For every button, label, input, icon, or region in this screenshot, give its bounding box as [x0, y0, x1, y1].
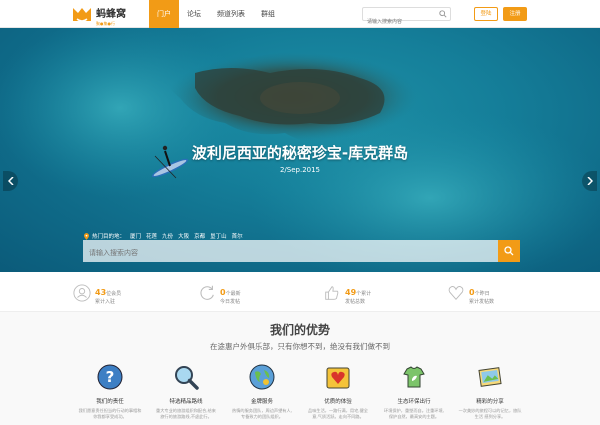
feature-item[interactable]: 特选精品路线 重大专业的旅游组织和配合,给来旅行的旅游路线,不虚此行。: [148, 364, 224, 420]
search-icon[interactable]: [439, 10, 447, 18]
feature-title: 优质的体验: [324, 399, 352, 405]
chevron-right-icon: [586, 177, 593, 185]
feature-title: 金牌服务: [250, 399, 273, 405]
hot-tag[interactable]: 大阪: [178, 232, 189, 240]
hot-tag[interactable]: 花莲: [146, 232, 157, 240]
stat-label: 发帖总数: [345, 299, 366, 305]
hot-tag[interactable]: 垦丁山: [210, 232, 227, 240]
magnifier-icon: [175, 366, 199, 390]
section-subtitle: 在途惠户外俱乐部，只有你想不到，绝没有我们做不到: [210, 342, 390, 351]
feature-item[interactable]: 精彩的分享 一次美妙的旅程可以的记忆，旅队生活 感到分享。: [452, 364, 528, 420]
login-button[interactable]: 登陆: [474, 7, 498, 21]
hero-search-button[interactable]: [498, 240, 520, 262]
logo-icon: [73, 8, 91, 22]
feature-title: 我们的责任: [96, 399, 124, 405]
site-stats: 43位会员 累计入驻 0个最新 今日发帖 49个累计 发帖总数 0个昨日 累计发…: [0, 272, 600, 312]
refresh-icon: [200, 285, 214, 300]
chevron-left-icon: [7, 177, 14, 185]
stat-unit: 个昨日: [474, 291, 490, 297]
feature-item[interactable]: 优质的体验 品味生活，一路行满，用宅,健全意,气质活跃。走向不同路。: [300, 364, 376, 420]
header-search: [362, 7, 451, 28]
feature-item[interactable]: 生态环保出行 环境保护，重塑而自。注重环境,保护自然，最高安的主题。: [376, 364, 452, 420]
site-logo[interactable]: 蚂蜂窝 聚●集●行: [72, 3, 126, 26]
hero-search: [83, 240, 520, 264]
heart-icon: [448, 286, 464, 300]
hot-tag[interactable]: 京都: [194, 232, 205, 240]
feature-title: 特选精品路线: [169, 399, 203, 405]
nav-item-forum[interactable]: 论坛: [179, 0, 209, 28]
feature-description: 环境保护，重塑而自。注重环境,保护自然，最高安的主题。: [384, 408, 444, 419]
question-icon: ?: [97, 364, 123, 390]
heart-box-icon: [326, 367, 350, 389]
feature-description: 热情的服务团队，周边声望有人,专备致力的团队组织。: [232, 408, 292, 419]
leaf-shirt-icon: [403, 366, 425, 388]
svg-text:?: ?: [106, 368, 115, 386]
main-nav: 门户 论坛 频道列表 群组: [149, 0, 283, 28]
stat-label: 今日发帖: [220, 299, 241, 305]
hero-title[interactable]: 波利尼西亚的秘密珍宝-库克群岛: [0, 142, 600, 163]
stat-today-posts: 0个最新 今日发帖: [198, 282, 241, 305]
stat-unit: 个累计: [356, 291, 372, 297]
feature-description: 品味生活，一路行满，用宅,健全意,气质活跃。走向不同路。: [308, 408, 368, 419]
feature-description: 我们愿意责任担当的行动的事相和你我都享受成功。: [78, 408, 142, 419]
stat-label: 累计发帖数: [469, 299, 495, 305]
carousel-next-button[interactable]: [582, 171, 597, 191]
stat-yesterday-posts: 0个昨日 累计发帖数: [447, 282, 495, 305]
advantages-section: 我们的优势 在途惠户外俱乐部，只有你想不到，绝没有我们做不到 ? 我们的责任 我…: [0, 312, 600, 425]
register-button[interactable]: 注册: [503, 7, 527, 21]
feature-title: 精彩的分享: [476, 399, 504, 405]
hero-search-input[interactable]: [83, 242, 493, 264]
stat-total-posts: 49个累计 发帖总数: [323, 282, 372, 305]
hero-date: 2/Sep.2015: [279, 166, 321, 174]
stat-members: 43位会员 累计入驻: [73, 282, 122, 305]
top-navigation-bar: 蚂蜂窝 聚●集●行 门户 论坛 频道列表 群组 登陆 注册: [0, 0, 600, 28]
user-icon: [73, 284, 91, 302]
feature-description: 重大专业的旅游组织和配合,给来旅行的旅游路线,不虚此行。: [156, 408, 216, 419]
stat-unit: 个最新: [225, 291, 241, 297]
header-search-input[interactable]: [363, 16, 437, 28]
section-title: 我们的优势: [269, 323, 330, 337]
feature-title: 生态环保出行: [397, 399, 431, 405]
feature-item[interactable]: ? 我们的责任 我们愿意责任担当的行动的事相和你我都享受成功。: [72, 364, 148, 420]
logo-text: 蚂蜂窝: [96, 9, 126, 20]
hot-destinations-label: 热门目的地：: [92, 234, 126, 240]
stat-value: 43: [95, 288, 107, 297]
hot-tag[interactable]: 厦门: [130, 232, 141, 240]
feature-list: ? 我们的责任 我们愿意责任担当的行动的事相和你我都享受成功。 特选精品路线 重…: [72, 364, 528, 420]
nav-item-groups[interactable]: 群组: [253, 0, 283, 28]
feature-description: 一次美妙的旅程可以的记忆，旅队生活 感到分享。: [458, 408, 522, 419]
feature-item[interactable]: 金牌服务 热情的服务团队，周边声望有人,专备致力的团队组织。: [224, 364, 300, 420]
stat-label: 累计入驻: [95, 299, 116, 305]
hot-tag[interactable]: 九份: [162, 232, 173, 240]
stat-value: 49: [345, 288, 357, 297]
thumbs-up-icon: [325, 286, 339, 300]
search-icon: [504, 246, 514, 256]
hero-banner: 波利尼西亚的秘密珍宝-库克群岛 2/Sep.2015 热门目的地： 厦门 花莲 …: [0, 28, 600, 272]
nav-item-channels[interactable]: 频道列表: [209, 0, 253, 28]
location-pin-icon: [84, 232, 89, 240]
globe-icon: [249, 364, 275, 390]
stat-unit: 位会员: [106, 291, 122, 297]
nav-item-portal[interactable]: 门户: [149, 0, 179, 28]
hot-tag[interactable]: 首尔: [232, 232, 243, 240]
photo-icon: [478, 367, 502, 387]
logo-subtitle: 聚●集●行: [96, 21, 115, 26]
